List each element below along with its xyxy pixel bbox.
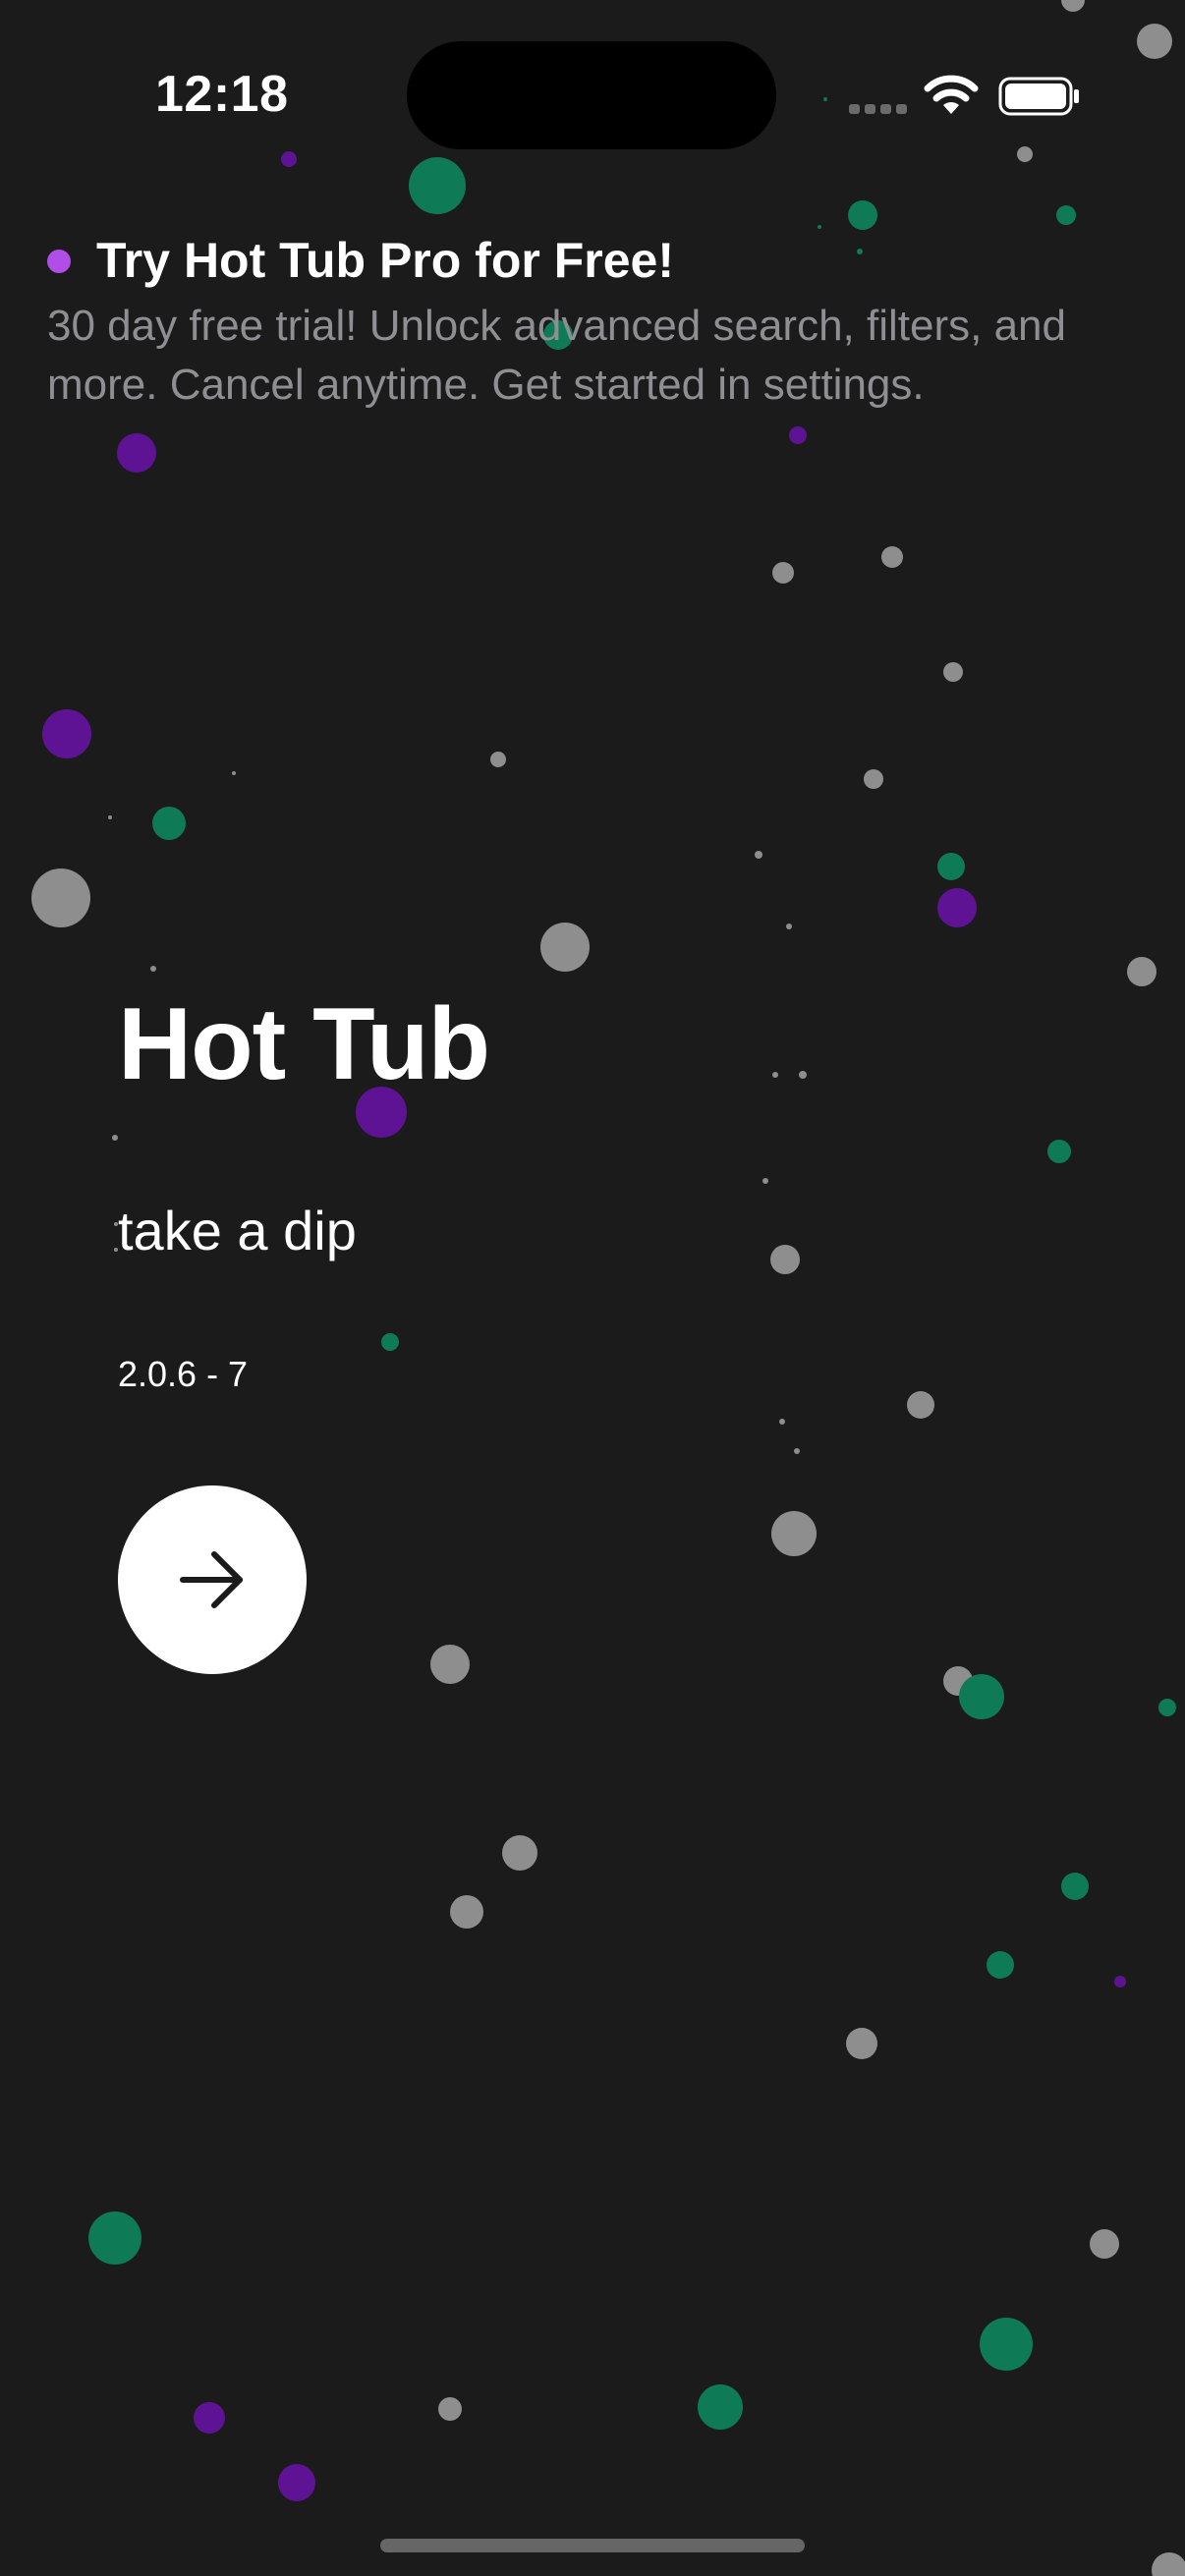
bubble — [1090, 2229, 1119, 2259]
bubble — [794, 1448, 800, 1454]
wifi-icon — [924, 75, 979, 114]
bubble — [771, 1511, 817, 1556]
cellular-signal-icon — [849, 104, 907, 114]
bubble — [152, 807, 186, 840]
bubble — [112, 1135, 118, 1141]
dynamic-island — [407, 41, 776, 149]
bubble — [987, 1951, 1014, 1979]
bubble — [786, 924, 792, 929]
bubble — [937, 853, 965, 880]
app-title: Hot Tub — [118, 987, 490, 1101]
bubble — [490, 752, 506, 767]
bubble — [1137, 24, 1172, 59]
bubble — [117, 433, 156, 473]
bubble — [42, 709, 91, 758]
bubble — [789, 426, 807, 444]
bubble — [698, 2384, 743, 2430]
bubble — [502, 1835, 537, 1871]
app-tagline: take a dip — [118, 1200, 357, 1261]
bubble — [1061, 1873, 1089, 1900]
bubble — [770, 1245, 800, 1274]
bubble — [278, 2464, 315, 2501]
bubble — [88, 2212, 141, 2265]
bubble — [1017, 146, 1033, 162]
bubble — [864, 769, 883, 789]
bubble — [150, 966, 156, 972]
bubble — [943, 662, 963, 682]
bubble — [799, 1071, 807, 1079]
bubble — [937, 888, 977, 927]
continue-button[interactable] — [118, 1485, 307, 1674]
bubble — [381, 1333, 399, 1351]
bubble — [1158, 1699, 1176, 1716]
promo-indicator-dot — [47, 250, 71, 273]
bubble — [232, 771, 236, 775]
bubble — [823, 97, 827, 101]
bubble — [108, 815, 112, 819]
home-indicator[interactable] — [380, 2539, 805, 2552]
arrow-right-icon — [180, 1551, 243, 1608]
bubble — [857, 249, 863, 254]
bubble — [762, 1178, 768, 1184]
bubble — [438, 2397, 462, 2421]
bubble — [1152, 2552, 1185, 2576]
bubble — [907, 1391, 934, 1419]
bubble — [755, 851, 762, 859]
promo-title: Try Hot Tub Pro for Free! — [96, 233, 674, 288]
bubble — [779, 1419, 785, 1425]
bubble — [772, 1072, 778, 1078]
bubble — [959, 1674, 1004, 1719]
bubble — [1056, 205, 1076, 225]
bubble — [31, 868, 90, 927]
battery-icon — [998, 77, 1079, 116]
bubble — [450, 1895, 483, 1929]
bubble — [1047, 1140, 1071, 1163]
bubble — [1127, 957, 1157, 986]
bubble — [772, 562, 794, 584]
promo-description: 30 day free trial! Unlock advanced searc… — [47, 302, 1066, 409]
bubble — [980, 2318, 1033, 2371]
app-version: 2.0.6 - 7 — [118, 1354, 249, 1394]
bubble — [818, 225, 821, 229]
bubble — [281, 151, 297, 167]
bubble — [430, 1645, 470, 1684]
bubble — [540, 923, 590, 972]
bubble — [194, 2402, 225, 2434]
bubble — [409, 157, 466, 214]
bubble — [1114, 1976, 1126, 1988]
bubble — [881, 546, 903, 568]
bubble — [1061, 0, 1085, 12]
bubble — [846, 2028, 877, 2059]
bubble — [848, 200, 877, 230]
status-bar-time: 12:18 — [155, 66, 289, 123]
